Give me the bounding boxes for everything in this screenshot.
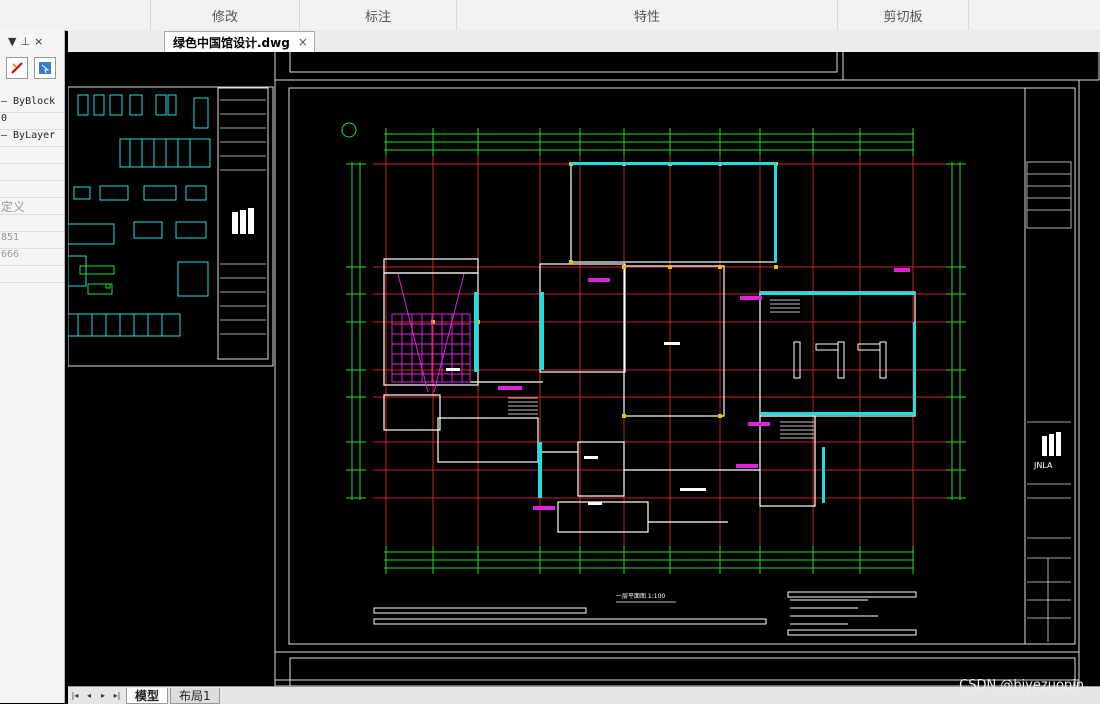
- property-row[interactable]: 666: [0, 249, 64, 266]
- columns: [431, 162, 778, 418]
- property-row[interactable]: — ByBlock: [0, 96, 64, 113]
- watermark: CSDN @biyezuopin: [959, 678, 1084, 693]
- palette-toolbar: [0, 52, 64, 84]
- ribbon-panel-clipboard[interactable]: 剪切板: [837, 0, 969, 30]
- property-row[interactable]: [0, 215, 64, 232]
- dimension-lines: [341, 122, 961, 569]
- dimension-ticks: [346, 128, 966, 574]
- ribbon-panel-dimension[interactable]: 标注: [299, 0, 456, 30]
- first-tab-icon[interactable]: |◂: [68, 691, 82, 700]
- layout-tab-bar: |◂ ◂ ▸ ▸| 模型 布局1: [68, 686, 1100, 704]
- staircases: [508, 299, 814, 439]
- close-icon[interactable]: ×: [34, 35, 43, 48]
- pick-add-toggle-icon[interactable]: [6, 57, 28, 79]
- plan-labels: [446, 342, 706, 505]
- property-row[interactable]: 851: [0, 232, 64, 249]
- logo-icon: [232, 208, 254, 234]
- document-tab-bar: 绿色中国馆设计.dwg ×: [68, 30, 1100, 53]
- property-row[interactable]: — ByLayer: [0, 130, 64, 147]
- drawing-canvas[interactable]: JNLA 一层平面图 1:100: [68, 52, 1100, 686]
- property-row[interactable]: [0, 181, 64, 198]
- cad-drawing: JNLA 一层平面图 1:100: [68, 52, 1100, 686]
- ribbon-panel-properties[interactable]: 特性: [456, 0, 837, 30]
- tab-layout1[interactable]: 布局1: [170, 687, 220, 704]
- document-tab[interactable]: 绿色中国馆设计.dwg ×: [164, 31, 315, 52]
- close-icon[interactable]: ×: [298, 35, 308, 49]
- last-tab-icon[interactable]: ▸|: [110, 691, 124, 700]
- exhibit-room: [793, 341, 887, 379]
- property-row[interactable]: [0, 147, 64, 164]
- main-sheet-frame: [274, 79, 1080, 686]
- detail-sheet: [68, 86, 274, 367]
- ribbon-bar: 修改 标注 特性 剪切板: [0, 0, 1100, 31]
- title-logo-icon: [1042, 432, 1061, 456]
- logo-text: JNLA: [1033, 461, 1053, 470]
- chevron-down-icon[interactable]: ▼: [8, 35, 16, 48]
- title-block: [1026, 161, 1072, 642]
- select-objects-icon[interactable]: [34, 57, 56, 79]
- properties-palette: ▼ ⊥ × — ByBlock 0 — ByLayer 定义 851 666: [0, 30, 65, 703]
- plan-title: 一层平面图 1:100: [616, 593, 665, 600]
- annotation-tags: [498, 268, 910, 510]
- pin-icon[interactable]: ⊥: [20, 35, 30, 48]
- atrium-grid: [391, 273, 471, 393]
- property-row[interactable]: [0, 266, 64, 283]
- property-row[interactable]: [0, 164, 64, 181]
- walls: [383, 163, 916, 533]
- property-row[interactable]: 定义: [0, 198, 64, 215]
- property-row[interactable]: 0: [0, 113, 64, 130]
- next-tab-icon[interactable]: ▸: [96, 691, 110, 700]
- ribbon-panel-modify[interactable]: 修改: [150, 0, 299, 30]
- upper-sheet-frame: [274, 52, 1100, 81]
- prev-tab-icon[interactable]: ◂: [82, 691, 96, 700]
- palette-header: ▼ ⊥ ×: [0, 30, 64, 52]
- document-tab-title: 绿色中国馆设计.dwg: [173, 35, 290, 50]
- tab-model[interactable]: 模型: [126, 687, 169, 704]
- axis-grid: [373, 152, 948, 552]
